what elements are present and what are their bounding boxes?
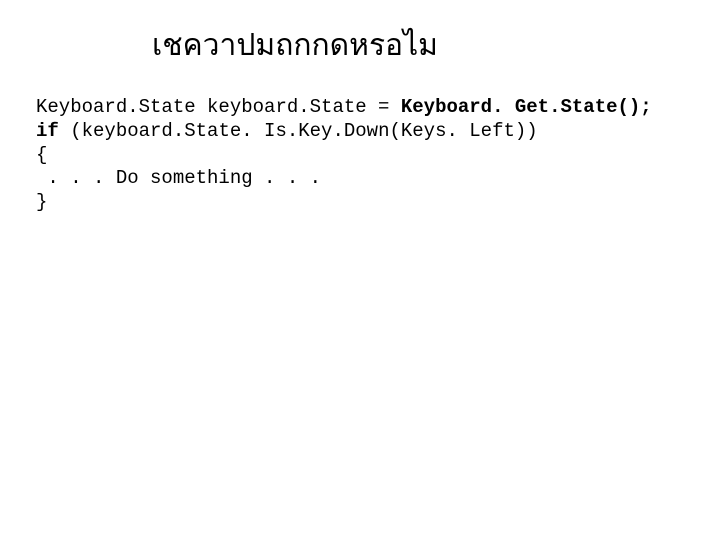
code-line-4: . . . Do something . . . (36, 167, 321, 189)
code-line-1-bold: Keyboard. Get.State(); (401, 96, 652, 118)
code-line-3: { (36, 144, 47, 166)
slide-title: เชควาปมถกกดหรอไม (152, 22, 438, 69)
code-line-2-keyword: if (36, 120, 70, 142)
code-line-5: } (36, 191, 47, 213)
code-block: Keyboard.State keyboard.State = Keyboard… (36, 96, 652, 215)
code-line-2-rest: (keyboard.State. Is.Key.Down(Keys. Left)… (70, 120, 537, 142)
code-line-1-plain: Keyboard.State keyboard.State = (36, 96, 401, 118)
